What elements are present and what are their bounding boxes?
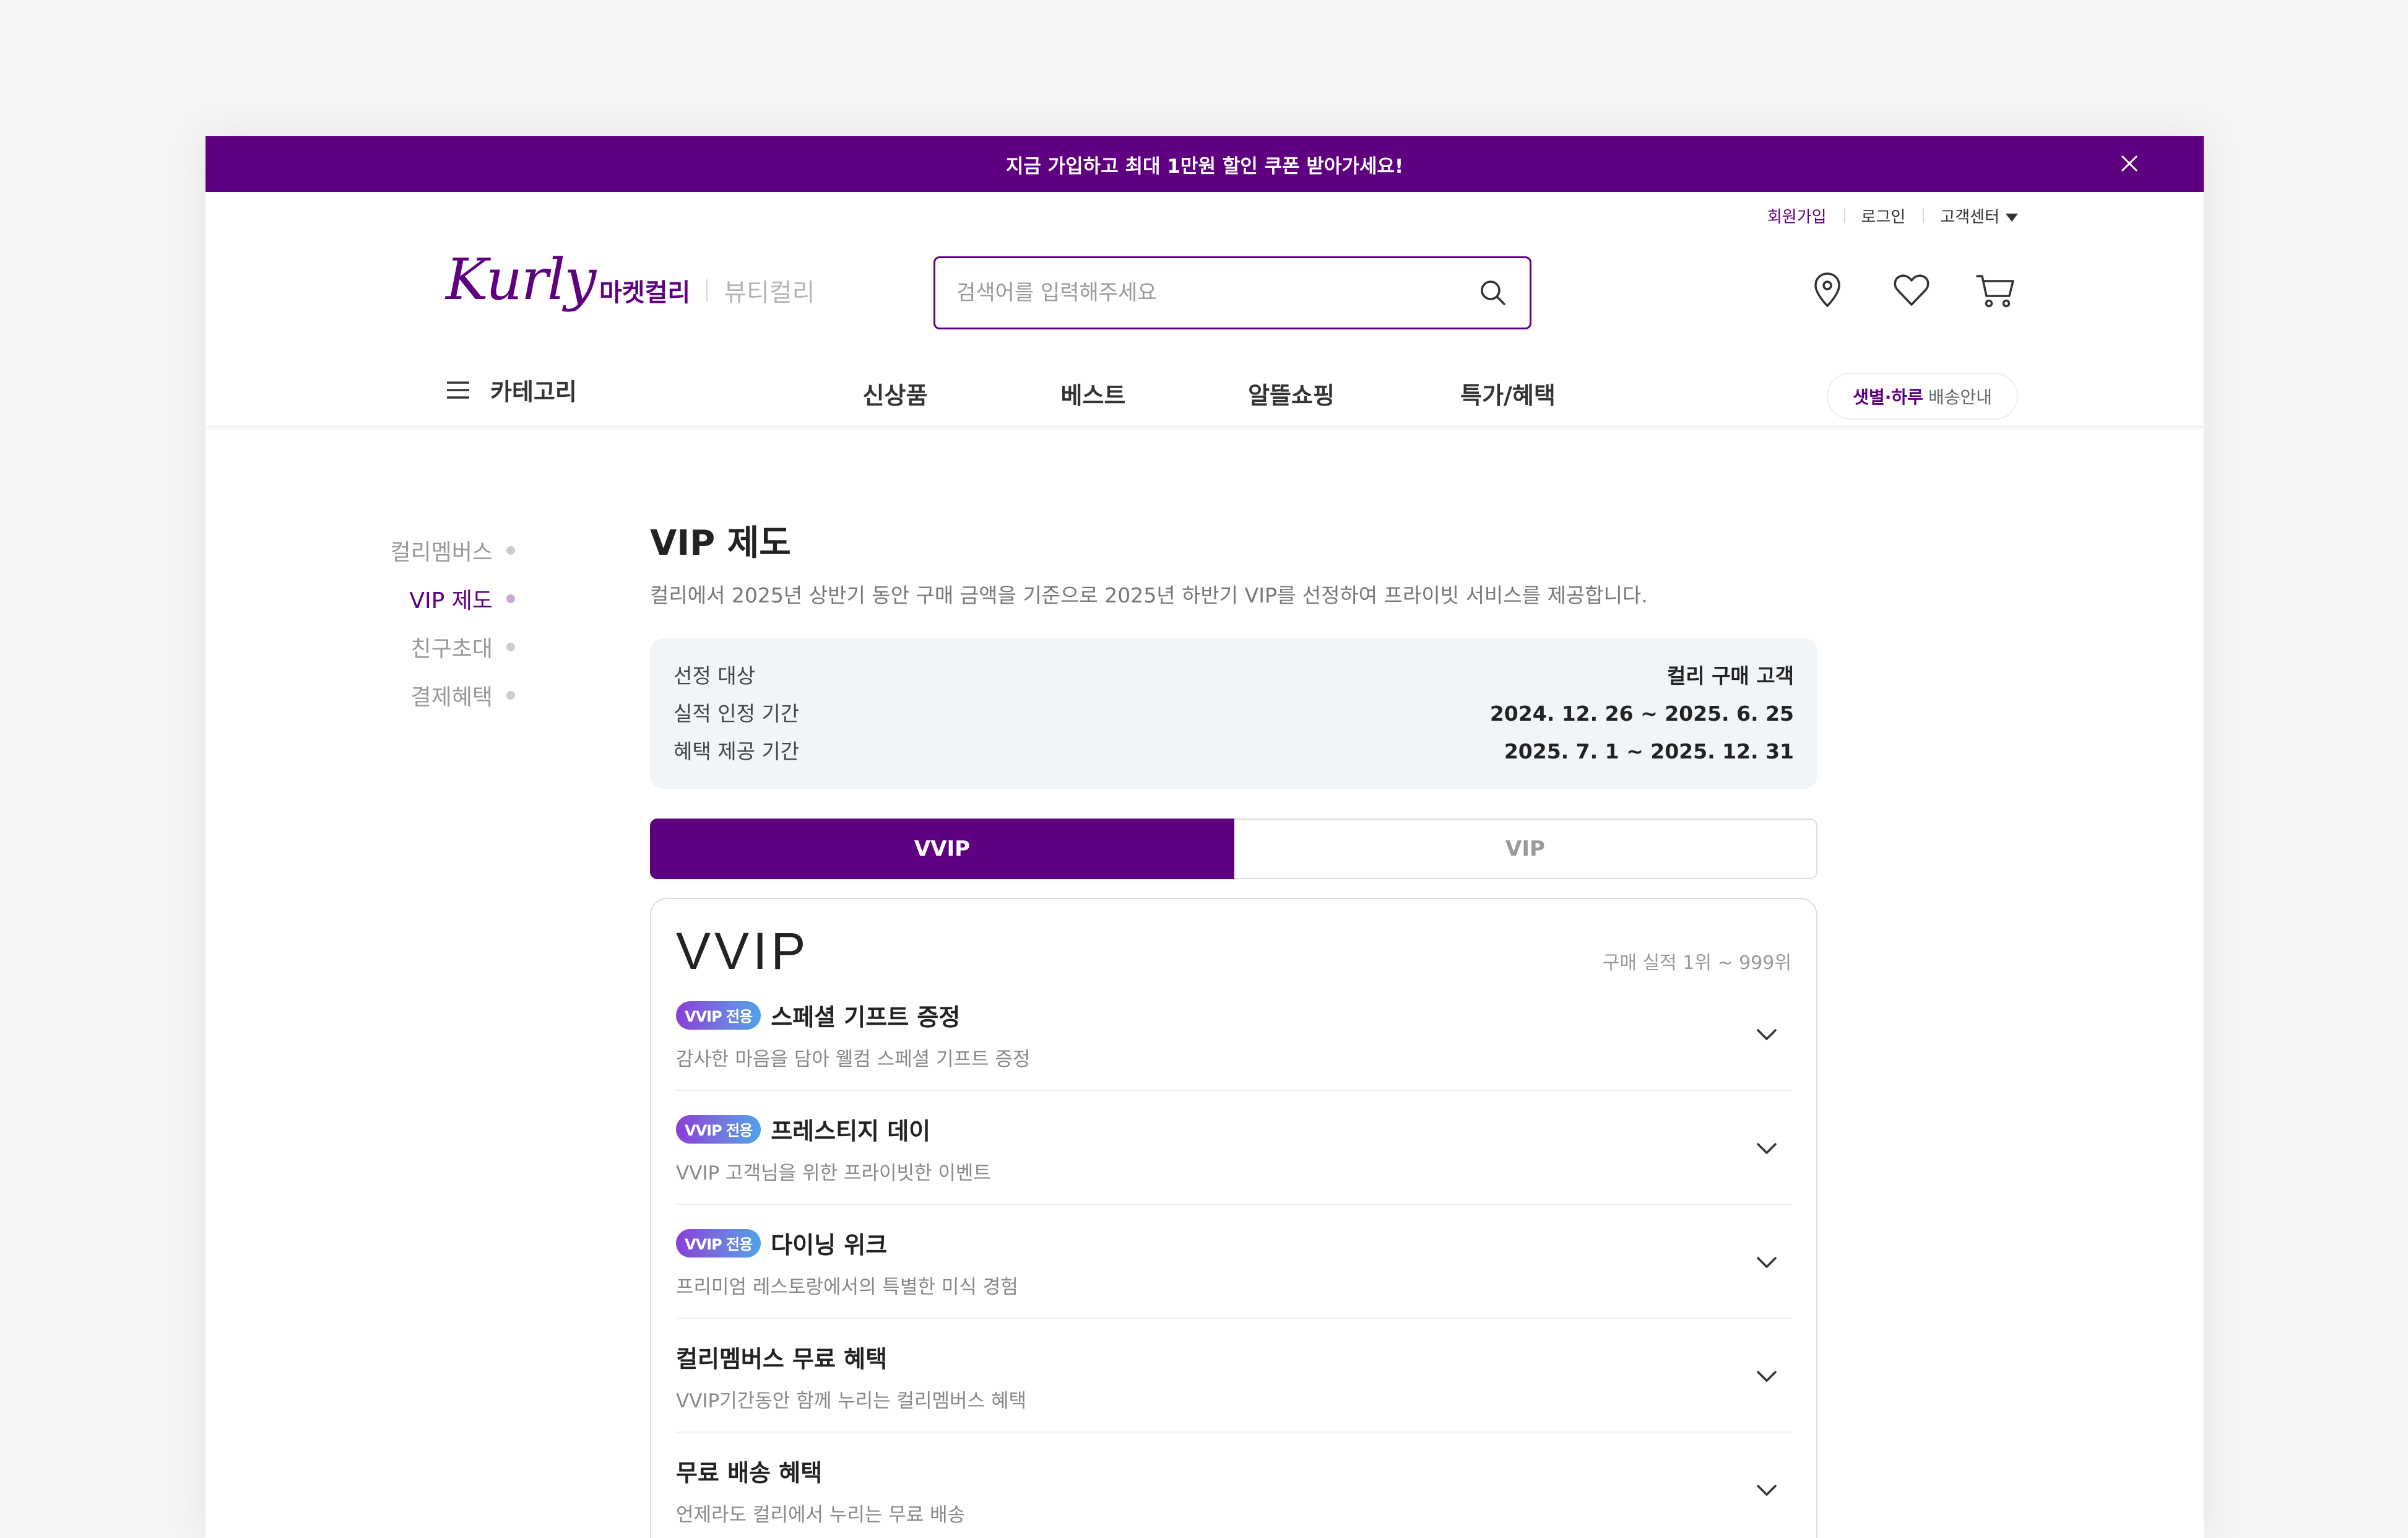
location-pin-icon[interactable] xyxy=(1805,267,1850,312)
card-header: VVIP 구매 실적 1위 ~ 999위 xyxy=(676,925,1791,977)
cart-icon[interactable] xyxy=(1973,267,2018,312)
benefit-item[interactable]: VVIP 전용 프레스티지 데이 VVIP 고객님을 위한 프라이빗한 이벤트 xyxy=(676,1091,1791,1206)
gnb-best[interactable]: 베스트 xyxy=(1050,376,1137,411)
benefit-item[interactable]: 컬리멤버스 무료 혜택 VVIP기간동안 함께 누리는 컬리멤버스 혜택 xyxy=(676,1319,1791,1433)
side-nav-label: VIP 제도 xyxy=(409,588,493,614)
side-nav-kurly-members[interactable]: 컬리멤버스 xyxy=(329,526,515,575)
dot-icon xyxy=(506,691,515,700)
tab-beauty-kurly[interactable]: 뷰티컬리 xyxy=(724,272,815,308)
close-icon[interactable] xyxy=(2117,151,2142,176)
delivery-accent: 샛별·하루 xyxy=(1853,387,1923,407)
category-menu[interactable]: 카테고리 xyxy=(446,373,577,407)
benefit-desc: VVIP 고객님을 위한 프라이빗한 이벤트 xyxy=(676,1162,991,1185)
benefit-title: 컬리멤버스 무료 혜택 xyxy=(676,1340,1791,1374)
gnb-new[interactable]: 신상품 xyxy=(827,376,963,411)
info-row: 선정 대상 컬리 구매 고객 xyxy=(673,657,1794,695)
benefit-item[interactable]: 무료 배송 혜택 언제라도 컬리에서 누리는 무료 배송 xyxy=(676,1433,1791,1538)
benefit-title-text: 스페셜 기프트 증정 xyxy=(771,1004,961,1032)
search-icon[interactable] xyxy=(1478,277,1509,308)
main-content: VIP 제도 컬리에서 2025년 상반기 동안 구매 금액을 기준으로 202… xyxy=(650,523,1817,1538)
benefit-desc: 프리미엄 레스토랑에서의 특별한 미식 경험 xyxy=(676,1276,1018,1299)
tab-market-kurly[interactable]: 마켓컬리 xyxy=(599,272,690,308)
service-tabs: 마켓컬리 뷰티컬리 xyxy=(599,272,815,308)
caret-down-icon xyxy=(2006,214,2018,222)
info-box: 선정 대상 컬리 구매 고객 실적 인정 기간 2024. 12. 26 ~ 2… xyxy=(650,638,1817,789)
promo-highlight: 최대 1만원 할인 쿠폰 xyxy=(1125,155,1300,178)
benefit-title: VVIP 전용 다이닝 위크 xyxy=(676,1226,1791,1260)
side-nav-vip[interactable]: VIP 제도 xyxy=(329,575,515,623)
benefit-title: 무료 배송 혜택 xyxy=(676,1454,1791,1488)
gnb-saving[interactable]: 알뜰쇼핑 xyxy=(1223,376,1359,411)
login-link[interactable]: 로그인 xyxy=(1843,204,1923,227)
info-row: 혜택 제공 기간 2025. 7. 1 ~ 2025. 12. 31 xyxy=(673,732,1794,770)
vvip-badge: VVIP 전용 xyxy=(676,1114,761,1144)
benefit-title: VVIP 전용 프레스티지 데이 xyxy=(676,1112,1791,1146)
side-nav-invite[interactable]: 친구초대 xyxy=(329,623,515,671)
heart-icon[interactable] xyxy=(1889,267,1934,312)
support-label: 고객센터 xyxy=(1940,208,1999,227)
side-nav-label: 컬리멤버스 xyxy=(390,540,493,565)
benefit-desc: 언제라도 컬리에서 누리는 무료 배송 xyxy=(676,1504,966,1527)
global-nav: 카테고리 신상품 베스트 알뜰쇼핑 특가/혜택 샛별·하루 배송안내 xyxy=(206,359,2204,427)
signup-link[interactable]: 회원가입 xyxy=(1750,204,1844,227)
card-title: VVIP xyxy=(676,922,810,981)
card-range: 구매 실적 1위 ~ 999위 xyxy=(1602,952,1791,975)
benefit-title-text: 무료 배송 혜택 xyxy=(676,1459,823,1487)
category-label: 카테고리 xyxy=(490,378,577,406)
info-label: 혜택 제공 기간 xyxy=(673,739,800,764)
header-icons xyxy=(1805,267,2018,312)
chevron-down-icon[interactable] xyxy=(1753,1249,1780,1276)
page-description: 컬리에서 2025년 상반기 동안 구매 금액을 기준으로 2025년 하반기 … xyxy=(650,583,1648,608)
dot-icon xyxy=(506,643,515,651)
info-value: 2024. 12. 26 ~ 2025. 6. 25 xyxy=(1489,702,1794,726)
benefit-title-text: 컬리멤버스 무료 혜택 xyxy=(676,1345,888,1373)
hamburger-icon xyxy=(447,381,469,399)
benefit-item[interactable]: VVIP 전용 다이닝 위크 프리미엄 레스토랑에서의 특별한 미식 경험 xyxy=(676,1205,1791,1319)
chevron-down-icon[interactable] xyxy=(1753,1021,1780,1048)
info-label: 선정 대상 xyxy=(673,664,755,689)
gnb-special[interactable]: 특가/혜택 xyxy=(1440,376,1576,411)
info-row: 실적 인정 기간 2024. 12. 26 ~ 2025. 6. 25 xyxy=(673,695,1794,732)
gnb-links: 신상품 베스트 알뜰쇼핑 특가/혜택 xyxy=(827,376,1576,411)
chevron-down-icon[interactable] xyxy=(1753,1363,1780,1390)
side-nav-label: 친구초대 xyxy=(410,636,493,662)
support-menu[interactable]: 고객센터 xyxy=(1923,204,2018,227)
promo-suffix: 받아가세요! xyxy=(1299,155,1404,178)
vvip-badge: VVIP 전용 xyxy=(676,1001,761,1030)
benefit-desc: 감사한 마음을 담아 웰컴 스페셜 기프트 증정 xyxy=(676,1048,1031,1071)
benefit-title-text: 프레스티지 데이 xyxy=(771,1118,931,1145)
benefit-desc: VVIP기간동안 함께 누리는 컬리멤버스 혜택 xyxy=(676,1390,1026,1413)
side-nav: 컬리멤버스 VIP 제도 친구초대 결제혜택 xyxy=(329,526,515,719)
delivery-label: 배송안내 xyxy=(1928,387,1992,407)
side-nav-payment[interactable]: 결제혜택 xyxy=(329,671,515,719)
promo-banner[interactable]: 지금 가입하고 최대 1만원 할인 쿠폰 받아가세요! xyxy=(206,136,2204,192)
chevron-down-icon[interactable] xyxy=(1753,1135,1780,1162)
vvip-badge: VVIP 전용 xyxy=(676,1228,761,1258)
info-value: 2025. 7. 1 ~ 2025. 12. 31 xyxy=(1504,739,1794,764)
divider xyxy=(706,279,708,302)
tab-vip[interactable]: VIP xyxy=(1234,819,1817,880)
info-label: 실적 인정 기간 xyxy=(673,702,800,726)
side-nav-label: 결제혜택 xyxy=(410,685,493,710)
search-input[interactable] xyxy=(956,280,1478,305)
benefit-title-text: 다이닝 위크 xyxy=(771,1232,888,1259)
grade-tabs: VVIP VIP xyxy=(650,819,1817,880)
benefit-title: VVIP 전용 스페셜 기프트 증정 xyxy=(676,998,1791,1032)
search-bar xyxy=(933,256,1531,329)
user-menu: 회원가입 로그인 고객센터 xyxy=(1750,204,2018,227)
chevron-down-icon[interactable] xyxy=(1753,1477,1780,1504)
delivery-info-button[interactable]: 샛별·하루 배송안내 xyxy=(1827,373,2018,420)
promo-prefix: 지금 가입하고 xyxy=(1005,155,1125,178)
tab-vvip[interactable]: VVIP xyxy=(650,819,1234,880)
benefit-card: VVIP 구매 실적 1위 ~ 999위 VVIP 전용 스페셜 기프트 증정 … xyxy=(650,898,1817,1538)
info-value: 컬리 구매 고객 xyxy=(1666,664,1794,689)
benefit-item[interactable]: VVIP 전용 스페셜 기프트 증정 감사한 마음을 담아 웰컴 스페셜 기프트… xyxy=(676,977,1791,1092)
kurly-logo[interactable]: Kurly xyxy=(446,251,596,308)
browser-window: 지금 가입하고 최대 1만원 할인 쿠폰 받아가세요! 회원가입 로그인 고객센… xyxy=(206,136,2204,1538)
dot-icon xyxy=(506,546,515,555)
dot-icon xyxy=(506,594,515,603)
page-title: VIP 제도 xyxy=(650,523,791,563)
